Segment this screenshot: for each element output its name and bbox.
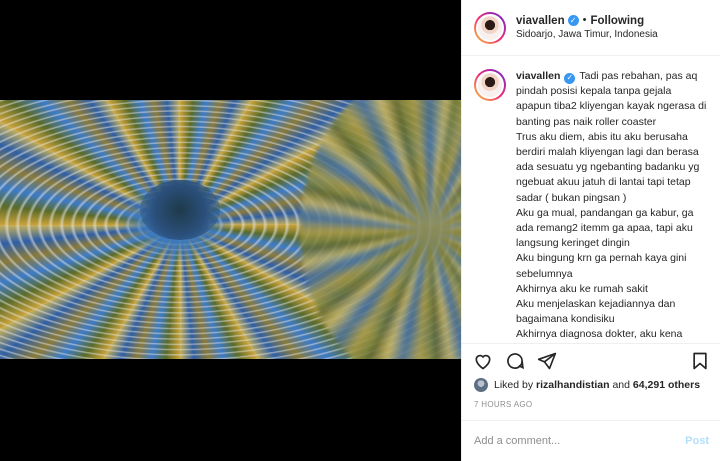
verified-badge-icon: ✓ [564,72,576,84]
likes-prefix: Liked by [494,379,534,391]
header-text: viavallen ✓ • Following Sidoarjo, Jawa T… [516,14,658,42]
comment-bar: Post [462,420,720,461]
caption-line: Aku ga mual, pandangan ga kabur, ga ada … [516,206,694,250]
caption-area: viavallen ✓ Tadi pas rebahan, pas aq pinda… [462,57,720,343]
likes-conjunction: and [612,379,630,391]
author-username[interactable]: viavallen [516,14,565,28]
caption-avatar[interactable] [474,69,506,101]
avatar-image [476,71,504,99]
comment-input[interactable] [474,435,686,447]
photo-center [140,180,220,240]
caption-text: viavallen ✓ Tadi pas rebahan, pas aq pinda… [516,69,709,343]
photo-blur-region [300,100,461,359]
caption-line: Trus aku diem, abis itu aku berusaha ber… [516,130,700,204]
post-header: viavallen ✓ • Following Sidoarjo, Jawa T… [462,0,720,56]
liker-avatar[interactable] [474,378,488,392]
heart-icon[interactable] [472,350,494,372]
comment-icon[interactable] [504,350,526,372]
following-button[interactable]: Following [590,14,644,28]
likes-others-link[interactable]: 64,291 others [633,379,700,391]
post-media [0,0,461,461]
bookmark-icon[interactable] [689,350,711,372]
post-photo[interactable] [0,100,461,359]
likes-summary: Liked by rizalhandistian and 64,291 othe… [474,377,700,393]
caption-line: Aku bingung krn ga pernah kaya gini sebe… [516,252,687,280]
verified-badge-icon: ✓ [567,15,579,27]
caption-line: Aku menjelaskan kejadiannya dan bagaiman… [516,298,676,326]
caption-username[interactable]: viavallen [516,70,560,82]
separator-dot: • [582,13,587,26]
caption-line: viavallen ✓ Tadi pas rebahan, pas aq pinda… [516,69,709,130]
location-link[interactable]: Sidoarjo, Jawa Timur, Indonesia [516,29,658,42]
author-avatar[interactable] [474,11,506,44]
post-timestamp[interactable]: 7 HOURS AGO [474,400,532,409]
action-bar [462,343,720,377]
share-icon[interactable] [536,350,558,372]
liker-username[interactable]: rizalhandistian [536,379,610,391]
caption-line: Akhirnya diagnosa dokter, aku kena [516,328,683,341]
post-comment-button[interactable]: Post [685,435,709,447]
post-sidebar: viavallen ✓ • Following Sidoarjo, Jawa T… [461,0,720,461]
caption-line: Akhirnya aku ke rumah sakit [516,282,648,295]
header-line: viavallen ✓ • Following [516,14,658,28]
avatar-image [476,13,504,42]
